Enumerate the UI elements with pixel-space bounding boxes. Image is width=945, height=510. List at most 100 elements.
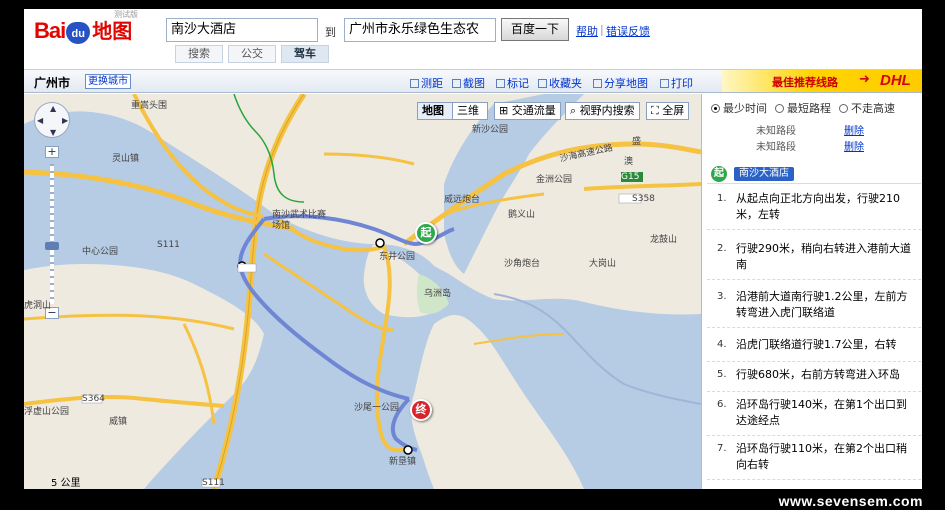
tool-share[interactable]: 分享地图 xyxy=(593,75,648,91)
fullscreen-icon: ⛶ xyxy=(651,104,663,117)
view-search-button[interactable]: ⌕ 视野内搜索 xyxy=(565,102,640,120)
start-name[interactable]: 南沙大酒店 xyxy=(734,167,794,181)
radio-selected-icon xyxy=(711,103,720,113)
beta-label: 测试版 xyxy=(114,10,138,19)
delete-link[interactable]: 删除 xyxy=(844,122,864,137)
start-badge: 起 xyxy=(711,166,727,182)
route-step[interactable]: 6. 沿环岛行驶140米，在第1个出口到达途经点 xyxy=(707,396,921,436)
map-label: 乌洲岛 xyxy=(424,289,452,299)
route-step[interactable]: 5. 行驶680米，右前方转弯进入环岛 xyxy=(707,366,921,392)
ad-text: 最佳推荐线路 xyxy=(772,76,838,89)
tool-mark[interactable]: 标记 xyxy=(496,75,529,91)
step-number: 6. xyxy=(717,399,727,410)
option-no-highway[interactable]: 不走高速 xyxy=(839,100,895,116)
change-city-button[interactable]: 更换城市 xyxy=(85,74,131,89)
pan-down-icon[interactable]: ▼ xyxy=(50,128,56,137)
zoom-slider-handle[interactable] xyxy=(45,242,59,250)
route-step[interactable]: 2. 行驶290米，稍向右转进入港前大道南 xyxy=(707,240,921,280)
option-shortest[interactable]: 最短路程 xyxy=(775,100,831,116)
from-input[interactable]: 南沙大酒店 xyxy=(166,18,318,42)
search-button[interactable]: 百度一下 xyxy=(501,18,569,41)
pan-up-icon[interactable]: ▲ xyxy=(50,104,56,113)
step-number: 7. xyxy=(717,443,727,454)
map-mode-button[interactable]: 地图 xyxy=(417,102,453,120)
route-panel: 最少时间 最短路程 不走高速 未知路段 删除 未知路段 删除 起 南沙大酒店 1… xyxy=(701,94,922,489)
map-label: 盛 xyxy=(632,137,642,147)
road-label: S111 xyxy=(202,478,225,488)
road-label: S358 xyxy=(632,194,655,204)
map-scale: 5 公里 xyxy=(51,474,111,489)
step-number: 1. xyxy=(717,193,727,204)
map-label: 中心公园 xyxy=(82,247,119,257)
start-marker[interactable]: 起 xyxy=(415,222,437,244)
pan-left-icon[interactable]: ◀ xyxy=(37,116,43,125)
traffic-label: 交通流量 xyxy=(511,104,556,117)
tool-measure[interactable]: 测距 xyxy=(410,75,443,91)
view-search-label: 视野内搜索 xyxy=(579,104,635,117)
tool-screenshot[interactable]: 截图 xyxy=(452,75,485,91)
to-input[interactable]: 广州市永乐绿色生态农 xyxy=(344,18,496,42)
to-label: 到 xyxy=(325,26,336,39)
route-step[interactable]: 1. 从起点向正北方向出发，行驶210米，左转 xyxy=(707,190,921,230)
step-number: 4. xyxy=(717,339,727,350)
header-separator: | xyxy=(600,23,604,36)
delete-link[interactable]: 删除 xyxy=(844,138,864,153)
option-least-time[interactable]: 最少时间 xyxy=(711,100,767,116)
step-text: 沿虎门联络道行驶1.7公里，右转 xyxy=(736,338,897,351)
route-step[interactable]: 3. 沿港前大道南行驶1.2公里，左前方转弯进入虎门联络道 xyxy=(707,288,921,328)
ruler-icon xyxy=(410,78,419,88)
route-step[interactable]: 4. 沿虎门联络道行驶1.7公里，右转 xyxy=(707,336,921,362)
watermark: www.sevensem.com xyxy=(778,493,923,509)
map-label: 沙尾一公园 xyxy=(354,403,400,413)
start-row: 起 南沙大酒店 xyxy=(707,164,921,184)
step-text: 沿环岛行驶140米，在第1个出口到达途经点 xyxy=(736,398,907,427)
map-label: 鹅义山 xyxy=(508,210,536,220)
tab-search[interactable]: 搜索 xyxy=(175,45,223,63)
printer-icon xyxy=(660,78,669,88)
road-label: S111 xyxy=(157,240,180,250)
map-label: 东井公园 xyxy=(379,252,416,262)
step-number: 2. xyxy=(717,243,727,254)
baidu-logo[interactable]: Bai du 地图 xyxy=(34,18,132,44)
pan-control[interactable]: ▲ ▼ ◀ ▶ xyxy=(34,102,70,138)
map-label: 沙角炮台 xyxy=(504,259,541,269)
3d-mode-button[interactable]: 三维 xyxy=(452,102,488,120)
map-label: 南沙武术比赛场馆 xyxy=(272,210,327,231)
dhl-ad-banner[interactable]: 最佳推荐线路 ➜ DHL xyxy=(722,70,922,92)
traffic-button[interactable]: ⊞ 交通流量 xyxy=(494,102,561,120)
map-label: 龙鼓山 xyxy=(650,235,678,245)
folder-icon xyxy=(538,78,547,88)
pan-right-icon[interactable]: ▶ xyxy=(62,116,68,125)
step-text: 沿环岛行驶110米，在第2个出口稍向右转 xyxy=(736,442,907,471)
map-label: 重嵩头围 xyxy=(131,101,168,111)
road-label: S364 xyxy=(82,394,105,404)
map-label: 威镇 xyxy=(109,417,128,427)
pin-icon xyxy=(496,78,505,88)
map-label: 新沙公园 xyxy=(472,125,509,135)
step-text: 沿港前大道南行驶1.2公里，左前方转弯进入虎门联络道 xyxy=(736,290,908,319)
zoom-in-button[interactable]: + xyxy=(45,146,59,158)
tab-bus[interactable]: 公交 xyxy=(228,45,276,63)
end-marker[interactable]: 终 xyxy=(410,399,432,421)
zoom-slider-track[interactable] xyxy=(50,164,54,304)
map-label: 灵山镇 xyxy=(112,154,140,164)
fullscreen-button[interactable]: ⛶ 全屏 xyxy=(646,102,690,120)
tool-favorites[interactable]: 收藏夹 xyxy=(538,75,582,91)
unknown-segment: 未知路段 xyxy=(756,142,796,153)
route-step[interactable]: 7. 沿环岛行驶110米，在第2个出口稍向右转 xyxy=(707,440,921,480)
mode-tabs: 搜索 公交 驾车 xyxy=(175,45,334,63)
road-label: G15 xyxy=(621,172,640,182)
fullscreen-label: 全屏 xyxy=(662,104,685,117)
tool-mark-label: 标记 xyxy=(507,77,529,90)
dhl-logo: DHL xyxy=(880,72,911,89)
map-canvas[interactable]: ▲ ▼ ◀ ▶ + − 地图 三维 ⊞ 交通流量 ⌕ 视野内搜索 ⛶ 全屏 重嵩… xyxy=(24,94,701,489)
option-no-highway-label: 不走高速 xyxy=(851,102,895,115)
map-label: 新垦镇 xyxy=(389,457,417,467)
feedback-link[interactable]: 错误反馈 xyxy=(606,23,650,39)
tab-drive[interactable]: 驾车 xyxy=(281,45,329,63)
tool-measure-label: 测距 xyxy=(421,77,443,90)
help-link[interactable]: 帮助 xyxy=(576,23,598,39)
tool-print[interactable]: 打印 xyxy=(660,75,693,91)
tool-share-label: 分享地图 xyxy=(604,77,648,90)
tool-favorites-label: 收藏夹 xyxy=(549,77,582,90)
